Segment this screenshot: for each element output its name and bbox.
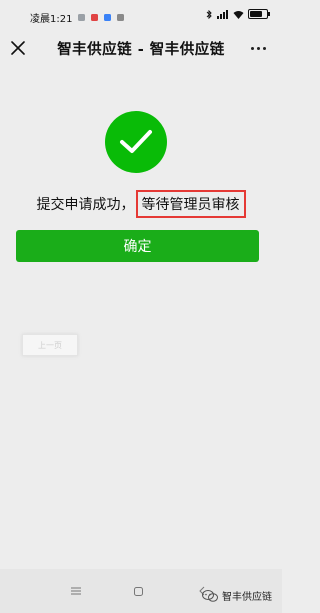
home-icon: [133, 586, 143, 596]
menu-icon: [71, 587, 81, 595]
status-left: 凌晨1:21: [30, 10, 125, 25]
wechat-logo-icon: [202, 589, 218, 602]
close-button[interactable]: [6, 36, 30, 60]
battery-icon: [248, 9, 270, 19]
more-button[interactable]: [246, 38, 270, 58]
menu-button[interactable]: [66, 583, 86, 599]
signal-icon: [217, 9, 228, 19]
watermark: 智丰供应链: [202, 588, 272, 603]
checkmark-icon: [120, 130, 152, 153]
watermark-text: 智丰供应链: [222, 592, 272, 603]
message-prefix: 提交申请成功，: [36, 197, 135, 213]
navbar: 智丰供应链 - 智丰供应链: [0, 28, 282, 68]
wifi-icon: [233, 10, 244, 19]
home-button[interactable]: [128, 583, 148, 599]
result-message: 提交申请成功， 等待管理员审核: [0, 190, 282, 218]
app-notification-icon: [91, 14, 99, 21]
app-notification-icon: [117, 14, 125, 21]
app-notification-icon: [78, 14, 86, 21]
status-bar: 凌晨1:21: [0, 0, 282, 28]
message-highlight: 等待管理员审核: [135, 190, 246, 218]
more-icon-dot: [250, 46, 254, 50]
status-right: [206, 9, 270, 19]
bluetooth-icon: [206, 9, 212, 19]
more-icon-dot: [262, 46, 266, 50]
app-notification-icon: [104, 14, 112, 21]
close-icon: [11, 41, 25, 55]
status-time: 凌晨1:21: [30, 14, 73, 25]
previous-page-tag[interactable]: 上一页: [22, 334, 78, 356]
confirm-button[interactable]: 确定: [16, 230, 259, 262]
page-title: 智丰供应链 - 智丰供应链: [57, 41, 225, 58]
more-icon-dot: [256, 46, 260, 50]
success-icon: [105, 111, 167, 173]
